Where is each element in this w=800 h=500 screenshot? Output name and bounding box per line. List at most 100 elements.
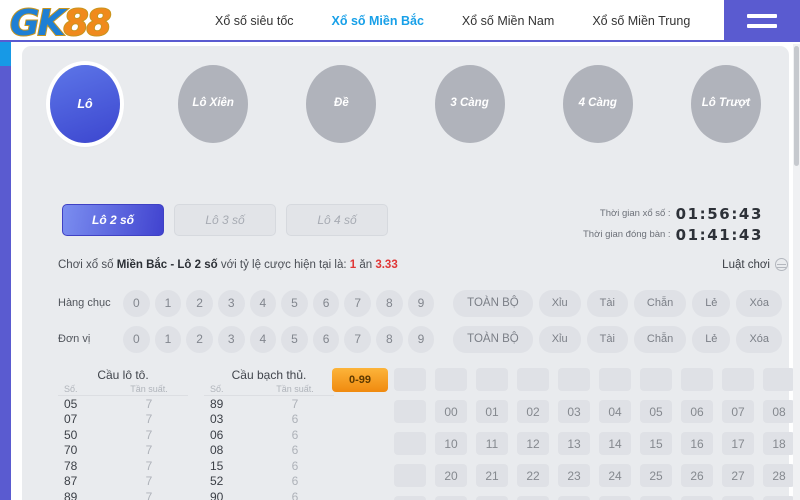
number-cell-16[interactable]: 16 (681, 432, 713, 455)
number-cell-31[interactable]: 31 (476, 496, 508, 500)
nav-item-3[interactable]: Xổ số Miền Trung (573, 0, 709, 42)
table-row[interactable]: 78 7 (58, 458, 188, 474)
game-tab-3[interactable]: 3 Càng (434, 65, 505, 143)
number-cell-34[interactable]: 34 (599, 496, 631, 500)
page-scrollbar[interactable] (793, 44, 800, 500)
option-button-0-1[interactable]: Xỉu (538, 289, 581, 317)
game-tab-5[interactable]: Lô Trượt (690, 65, 761, 143)
digit-button-0-3[interactable]: 3 (217, 289, 245, 317)
digit-button-0-2[interactable]: 2 (186, 289, 213, 317)
game-tab-4[interactable]: 4 Càng (562, 65, 633, 143)
number-cell-00[interactable]: 00 (435, 400, 467, 423)
option-button-1-4[interactable]: Lẻ (692, 325, 731, 353)
digit-button-1-7[interactable]: 7 (344, 325, 372, 353)
number-cell-10[interactable]: 10 (435, 432, 467, 455)
number-cell-03[interactable]: 03 (558, 400, 590, 423)
table-row[interactable]: 52 6 (204, 474, 334, 490)
number-cell-28[interactable]: 28 (763, 464, 795, 487)
number-cell-27[interactable]: 27 (722, 464, 754, 487)
table-row[interactable]: 50 7 (58, 427, 188, 443)
digit-button-1-6[interactable]: 6 (312, 325, 340, 353)
scrollbar-thumb[interactable] (794, 46, 799, 166)
number-cell-21[interactable]: 21 (476, 464, 508, 487)
game-tab-0[interactable]: Lô (50, 65, 120, 143)
number-cell-23[interactable]: 23 (558, 464, 590, 487)
option-button-1-1[interactable]: Xỉu (538, 325, 581, 353)
number-cell-02[interactable]: 02 (517, 400, 549, 423)
digit-button-0-5[interactable]: 5 (281, 289, 308, 317)
number-cell-22[interactable]: 22 (517, 464, 549, 487)
game-tab-1[interactable]: Lô Xiên (178, 65, 249, 143)
number-cell-11[interactable]: 11 (476, 432, 508, 455)
option-button-0-3[interactable]: Chẵn (633, 289, 687, 317)
digit-button-1-5[interactable]: 5 (281, 325, 308, 353)
range-tab-0-99[interactable]: 0-99 (332, 368, 388, 392)
bet-mode-tab-2[interactable]: Lô 4 số (286, 204, 388, 236)
number-cell-36[interactable]: 36 (681, 496, 713, 500)
digit-button-0-4[interactable]: 4 (249, 289, 277, 317)
site-logo[interactable]: GK 88 (9, 0, 190, 48)
game-tab-2[interactable]: Đề (306, 65, 377, 143)
number-cell-14[interactable]: 14 (599, 432, 631, 455)
rules-link[interactable]: Luật chơi (722, 258, 788, 271)
option-button-1-2[interactable]: Tài (586, 325, 628, 353)
number-cell-20[interactable]: 20 (435, 464, 467, 487)
number-cell-04[interactable]: 04 (599, 400, 631, 423)
number-cell-32[interactable]: 32 (517, 496, 549, 500)
digit-button-1-8[interactable]: 8 (376, 325, 403, 353)
number-cell-37[interactable]: 37 (722, 496, 754, 500)
hamburger-menu-icon[interactable] (724, 0, 800, 42)
number-cell-12[interactable]: 12 (517, 432, 549, 455)
digit-button-1-3[interactable]: 3 (217, 325, 245, 353)
table-row[interactable]: 89 7 (204, 396, 334, 412)
number-cell-08[interactable]: 08 (763, 400, 795, 423)
number-cell-30[interactable]: 30 (435, 496, 467, 500)
table-row[interactable]: 07 7 (58, 412, 188, 428)
table-row[interactable]: 87 7 (58, 474, 188, 490)
table-row[interactable]: 03 6 (204, 412, 334, 428)
number-cell-05[interactable]: 05 (640, 400, 672, 423)
table-row[interactable]: 70 7 (58, 443, 188, 459)
number-cell-38[interactable]: 38 (763, 496, 795, 500)
table-row[interactable]: 05 7 (58, 396, 188, 412)
option-button-0-5[interactable]: Xóa (736, 289, 783, 317)
digit-button-1-4[interactable]: 4 (249, 325, 277, 353)
option-button-1-0[interactable]: TOÀN BỘ (453, 325, 533, 353)
number-cell-26[interactable]: 26 (681, 464, 713, 487)
digit-button-1-2[interactable]: 2 (186, 325, 213, 353)
table-row[interactable]: 08 6 (204, 443, 334, 459)
digit-button-0-0[interactable]: 0 (123, 289, 150, 317)
option-button-0-0[interactable]: TOÀN BỘ (453, 289, 533, 317)
option-button-1-3[interactable]: Chẵn (633, 325, 687, 353)
number-cell-07[interactable]: 07 (722, 400, 754, 423)
digit-button-1-0[interactable]: 0 (123, 325, 150, 353)
digit-button-0-7[interactable]: 7 (344, 289, 372, 317)
number-cell-15[interactable]: 15 (640, 432, 672, 455)
option-button-0-4[interactable]: Lẻ (692, 289, 731, 317)
number-cell-18[interactable]: 18 (763, 432, 795, 455)
table-row[interactable]: 89 7 (58, 489, 188, 500)
option-button-1-5[interactable]: Xóa (736, 325, 783, 353)
digit-button-1-1[interactable]: 1 (154, 325, 182, 353)
nav-item-0[interactable]: Xổ số siêu tốc (196, 0, 313, 42)
number-cell-13[interactable]: 13 (558, 432, 590, 455)
number-cell-17[interactable]: 17 (722, 432, 754, 455)
nav-item-2[interactable]: Xổ số Miền Nam (443, 0, 573, 42)
option-button-0-2[interactable]: Tài (586, 289, 628, 317)
number-cell-33[interactable]: 33 (558, 496, 590, 500)
digit-button-0-1[interactable]: 1 (154, 289, 182, 317)
digit-button-1-9[interactable]: 9 (407, 325, 435, 353)
bet-mode-tab-0[interactable]: Lô 2 số (62, 204, 164, 236)
bet-mode-tab-1[interactable]: Lô 3 số (174, 204, 276, 236)
digit-button-0-8[interactable]: 8 (376, 289, 403, 317)
nav-item-1[interactable]: Xổ số Miền Bắc (313, 0, 443, 42)
number-cell-35[interactable]: 35 (640, 496, 672, 500)
table-row[interactable]: 15 6 (204, 458, 334, 474)
table-row[interactable]: 90 6 (204, 489, 334, 500)
number-cell-06[interactable]: 06 (681, 400, 713, 423)
digit-button-0-9[interactable]: 9 (407, 289, 435, 317)
digit-button-0-6[interactable]: 6 (312, 289, 340, 317)
number-cell-25[interactable]: 25 (640, 464, 672, 487)
number-cell-01[interactable]: 01 (476, 400, 508, 423)
table-row[interactable]: 06 6 (204, 427, 334, 443)
